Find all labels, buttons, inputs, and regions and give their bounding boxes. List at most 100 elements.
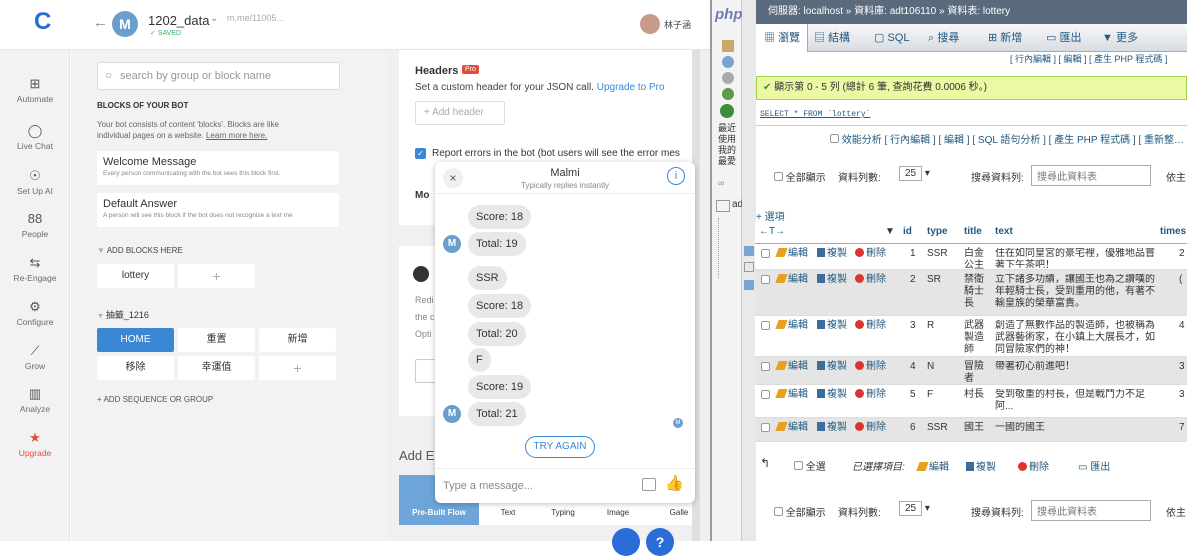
checkbox[interactable]: [761, 275, 770, 284]
row-edit[interactable]: 編輯: [775, 248, 808, 260]
nav-automate[interactable]: ⊞ Automate: [0, 76, 70, 104]
bulk-delete[interactable]: 刪除: [1018, 458, 1049, 473]
bot-name[interactable]: 1202_data: [148, 13, 209, 28]
welcome-message-block[interactable]: Welcome Message Every person communicatin…: [97, 151, 339, 185]
row-edit[interactable]: 編輯: [775, 422, 808, 434]
col-id[interactable]: id: [903, 226, 912, 238]
nav-set-up-ai[interactable]: ☉ Set Up AI: [0, 168, 70, 196]
image-element-button[interactable]: Image: [593, 508, 643, 517]
profiling-checkbox[interactable]: [830, 134, 839, 143]
db-icon[interactable]: [722, 56, 734, 68]
sql-query[interactable]: SELECT * FROM `lottery`: [760, 110, 870, 119]
bulk-edit[interactable]: 編輯: [916, 458, 949, 473]
row-delete[interactable]: 刪除: [855, 389, 886, 401]
bot-avatar[interactable]: M: [112, 11, 138, 37]
pma-breadcrumb[interactable]: 伺服器: localhost » 資料庫: adt106110 » 資料表: l…: [756, 0, 1187, 24]
search-input[interactable]: search by group or block name: [120, 70, 335, 82]
row-delete[interactable]: 刪除: [855, 361, 886, 373]
chatfuel-logo[interactable]: C: [34, 8, 51, 36]
check-all[interactable]: 全選: [794, 458, 826, 473]
row-edit[interactable]: 編輯: [775, 389, 808, 401]
typing-element-button[interactable]: Typing: [538, 508, 588, 517]
settings-icon[interactable]: [722, 88, 734, 100]
filter-input-bottom[interactable]: 搜尋此資料表: [1031, 500, 1151, 521]
nav-people[interactable]: 88 People: [0, 211, 70, 239]
tab-insert[interactable]: ⊞ 新增: [988, 24, 1022, 52]
row-checkbox[interactable]: [761, 423, 770, 436]
image-icon[interactable]: [642, 478, 656, 491]
thumbs-up-icon[interactable]: 👍: [665, 474, 684, 492]
lottery-block[interactable]: lottery: [97, 264, 174, 288]
row-copy[interactable]: 複製: [817, 320, 847, 332]
row-copy[interactable]: 複製: [817, 361, 847, 373]
block-luck[interactable]: 幸運值: [178, 356, 255, 380]
rows-select-bottom[interactable]: 25 ▾: [899, 501, 930, 516]
message-input[interactable]: Type a message...: [443, 480, 533, 492]
add-sequence-button[interactable]: + ADD SEQUENCE OR GROUP: [97, 395, 213, 404]
row-delete[interactable]: 刪除: [855, 274, 886, 286]
profiling-text[interactable]: 效能分析 [ 行內編輯 ] [ 編輯 ] [ SQL 語句分析 ] [ 產生 P…: [842, 135, 1187, 146]
bot-url[interactable]: m.me/11005...: [227, 13, 284, 23]
rows-select[interactable]: 25 ▾: [899, 166, 930, 181]
help-fab[interactable]: ?: [646, 528, 674, 556]
row-edit[interactable]: 編輯: [775, 274, 808, 286]
rows-value[interactable]: 25: [899, 166, 923, 181]
tab-browse[interactable]: ▦ 瀏覽: [756, 24, 808, 52]
row-delete[interactable]: 刪除: [855, 422, 886, 434]
collapse-icon[interactable]: [716, 200, 730, 212]
row-edit[interactable]: 編輯: [775, 361, 808, 373]
user-avatar[interactable]: [640, 14, 660, 34]
home-icon[interactable]: [722, 40, 734, 52]
bulk-copy[interactable]: 複製: [966, 458, 996, 473]
checkbox[interactable]: [761, 390, 770, 399]
add-header-button[interactable]: + Add header: [415, 101, 505, 125]
row-checkbox[interactable]: [761, 249, 770, 262]
row-checkbox[interactable]: [761, 275, 770, 288]
col-type[interactable]: type: [927, 226, 948, 238]
check-all-checkbox[interactable]: [794, 461, 803, 470]
messenger-fab[interactable]: [612, 528, 640, 556]
checkbox[interactable]: [761, 321, 770, 330]
row-copy[interactable]: 複製: [817, 389, 847, 401]
group-name[interactable]: 抽籤_1216: [106, 310, 149, 320]
block-home[interactable]: HOME: [97, 328, 174, 352]
row-checkbox[interactable]: [761, 321, 770, 334]
back-arrow-icon[interactable]: ←: [93, 14, 108, 31]
recent-favorites[interactable]: 最近 使用 我的 最愛: [718, 123, 736, 167]
checkbox[interactable]: [761, 362, 770, 371]
table-icon[interactable]: [744, 246, 754, 256]
table-icon-2[interactable]: [744, 280, 754, 290]
try-again-button[interactable]: TRY AGAIN: [525, 436, 595, 458]
add-block-button[interactable]: +: [178, 264, 255, 288]
row-copy[interactable]: 複製: [817, 422, 847, 434]
tab-search[interactable]: ⌕ 搜尋: [928, 24, 959, 52]
pma-sub-links[interactable]: [ 行內編輯 ] [ 編輯 ] [ 產生 PHP 程式碼 ]: [1010, 52, 1187, 65]
row-delete[interactable]: 刪除: [855, 320, 886, 332]
col-times[interactable]: times: [1160, 226, 1186, 238]
row-checkbox[interactable]: [761, 362, 770, 375]
col-text[interactable]: text: [995, 226, 1013, 238]
pma-logo[interactable]: php: [715, 6, 743, 23]
row-checkbox[interactable]: [761, 390, 770, 403]
checkbox[interactable]: [761, 423, 770, 432]
nav-analyze[interactable]: ▥ Analyze: [0, 386, 70, 414]
row-edit[interactable]: 編輯: [775, 320, 808, 332]
column-arrows[interactable]: ←T→: [759, 226, 785, 238]
show-all[interactable]: 全部顯示: [774, 169, 826, 184]
default-answer-block[interactable]: Default Answer A person will see this blo…: [97, 193, 339, 227]
checkbox[interactable]: [761, 249, 770, 258]
chevron-down-icon[interactable]: ⌄: [210, 13, 218, 24]
block-search[interactable]: ○ search by group or block name: [97, 62, 340, 90]
reload-icon[interactable]: [720, 104, 734, 118]
block-remove[interactable]: 移除: [97, 356, 174, 380]
nav-configure[interactable]: ⚙ Configure: [0, 299, 70, 327]
show-all-bottom[interactable]: 全部顯示: [774, 504, 826, 519]
sort-arrow-icon[interactable]: ▼: [885, 226, 895, 238]
options-link[interactable]: + 選項: [756, 208, 785, 223]
info-icon[interactable]: i: [667, 167, 685, 185]
filter-input[interactable]: 搜尋此資料表: [1031, 165, 1151, 186]
show-all-checkbox[interactable]: [774, 172, 783, 181]
expand-icon[interactable]: [744, 262, 754, 272]
add-block-button-2[interactable]: +: [259, 356, 336, 380]
row-copy[interactable]: 複製: [817, 248, 847, 260]
